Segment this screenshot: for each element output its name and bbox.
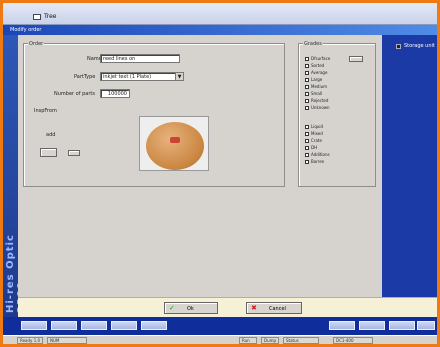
grade-checkbox[interactable] [305,71,309,75]
brand-vertical-text: Hi-res Optic 2300 [5,234,27,313]
taskbar-button-8[interactable] [389,321,415,330]
storage-unit-checkbox[interactable] [396,44,401,49]
grade-option[interactable]: Unknown [305,105,330,111]
grade-checkbox[interactable] [305,125,309,129]
taskbar-button-6[interactable] [329,321,355,330]
number-of-parts-label: Number of parts [54,91,95,97]
taskbar-button-3[interactable] [81,321,107,330]
add-button[interactable] [40,148,57,157]
grade-label: Rejected [311,98,329,103]
grade-label: Mixed [311,131,323,136]
grade-option[interactable]: DH [305,145,317,151]
taskbar [3,317,437,335]
status-cell: DC1-400 [333,337,373,344]
grade-checkbox[interactable] [305,64,309,68]
grade-checkbox[interactable] [305,132,309,136]
grade-option[interactable]: Liquid [305,124,323,130]
storage-unit-label: Storage unit [404,43,435,49]
grade-label: Medium [311,84,327,89]
right-area [382,35,437,297]
top-toolbar: Tree [3,3,437,25]
grade-label: Large [311,77,323,82]
grade-label: Dfsurface [311,56,331,61]
grade-label: Unknown [311,105,330,110]
sample-photo [139,116,209,171]
order-group-title: Order [28,41,45,47]
grade-checkbox[interactable] [305,57,309,61]
grade-option[interactable]: Crate [305,138,322,144]
grade-checkbox[interactable] [305,160,309,164]
grade-checkbox[interactable] [305,85,309,89]
egg-image [146,122,204,170]
close-icon: ✖ [251,304,257,312]
grade-checkbox[interactable] [305,153,309,157]
grade-label: Crate [311,138,322,143]
status-cell: Dump [261,337,279,344]
grade-label: Liquid [311,124,324,129]
taskbar-button-9[interactable] [417,321,435,330]
taskbar-button-7[interactable] [359,321,385,330]
storage-unit-option[interactable]: Storage unit [383,41,437,51]
add-label: add [46,132,56,138]
status-cell: NUM [47,337,87,344]
grade-label: Sorted [311,63,325,68]
status-bar: Ready 1.0 NUM Run Dump Status DC1-400 [3,335,437,344]
grade-option[interactable]: Sorted [305,63,324,69]
chevron-down-icon[interactable]: ▼ [175,73,183,80]
name-field[interactable]: reed lines on [100,54,180,63]
grade-checkbox[interactable] [305,99,309,103]
parttype-select[interactable]: inkjet text (1 Plate) ▼ [100,72,184,81]
taskbar-button-4[interactable] [111,321,137,330]
grade-label: DH [311,145,318,150]
browse-button[interactable] [68,150,80,156]
grade-checkbox[interactable] [305,146,309,150]
grade-option[interactable]: Additions [305,152,330,158]
grade-label: Additions [311,152,330,157]
grades-group: Grades Dfsurface Sorted Average Large Medium… [298,41,376,187]
grade-checkbox[interactable] [305,78,309,82]
button-bar: ✓ Ok ✖ Cancel [18,297,437,317]
status-cell: Status [283,337,319,344]
ink-mark [170,137,180,143]
cancel-button[interactable]: ✖ Cancel [246,302,302,314]
taskbar-button-2[interactable] [51,321,77,330]
grade-option[interactable]: Dfsurface [305,56,330,62]
grade-checkbox[interactable] [305,92,309,96]
brand-band: Hi-res Optic 2300 [3,35,27,319]
ok-button[interactable]: ✓ Ok [164,302,218,314]
grade-option[interactable]: Mixed [305,131,323,137]
order-group: Order Name reed lines on PartType inkjet… [23,41,285,187]
inspection-label: InspFrom [34,108,57,114]
dialog-panel: Order Name reed lines on PartType inkjet… [18,35,382,297]
dialog-title: Modify order [3,25,437,35]
parttype-value: inkjet text (1 Plate) [103,74,152,80]
grade-option[interactable]: Average [305,70,327,76]
taskbar-button-5[interactable] [141,321,167,330]
tree-icon[interactable] [33,14,41,20]
check-icon: ✓ [169,304,175,312]
tree-tab-label[interactable]: Tree [44,13,57,20]
grade-label: Small [311,91,323,96]
grade-label: Barren [311,159,325,164]
grade-option[interactable]: Medium [305,84,327,90]
ok-label: Ok [187,306,194,312]
grade-label: Average [311,70,328,75]
grade-option[interactable]: Rejected [305,98,328,104]
grades-group-title: Grades [303,41,323,47]
status-cell: Run [239,337,257,344]
grade-option[interactable]: Small [305,91,322,97]
taskbar-button-1[interactable] [21,321,47,330]
number-of-parts-field[interactable]: 100000 [100,89,130,98]
grade-checkbox[interactable] [305,139,309,143]
parttype-label: PartType [74,74,96,80]
grades-edit-button[interactable] [349,56,363,62]
grade-option[interactable]: Large [305,77,322,83]
grade-checkbox[interactable] [305,106,309,110]
status-cell: Ready 1.0 [17,337,43,344]
app-window: Tree Modify order Hi-res Optic 2300 Stor… [3,3,437,344]
grade-option[interactable]: Barren [305,159,324,165]
cancel-label: Cancel [269,306,286,312]
